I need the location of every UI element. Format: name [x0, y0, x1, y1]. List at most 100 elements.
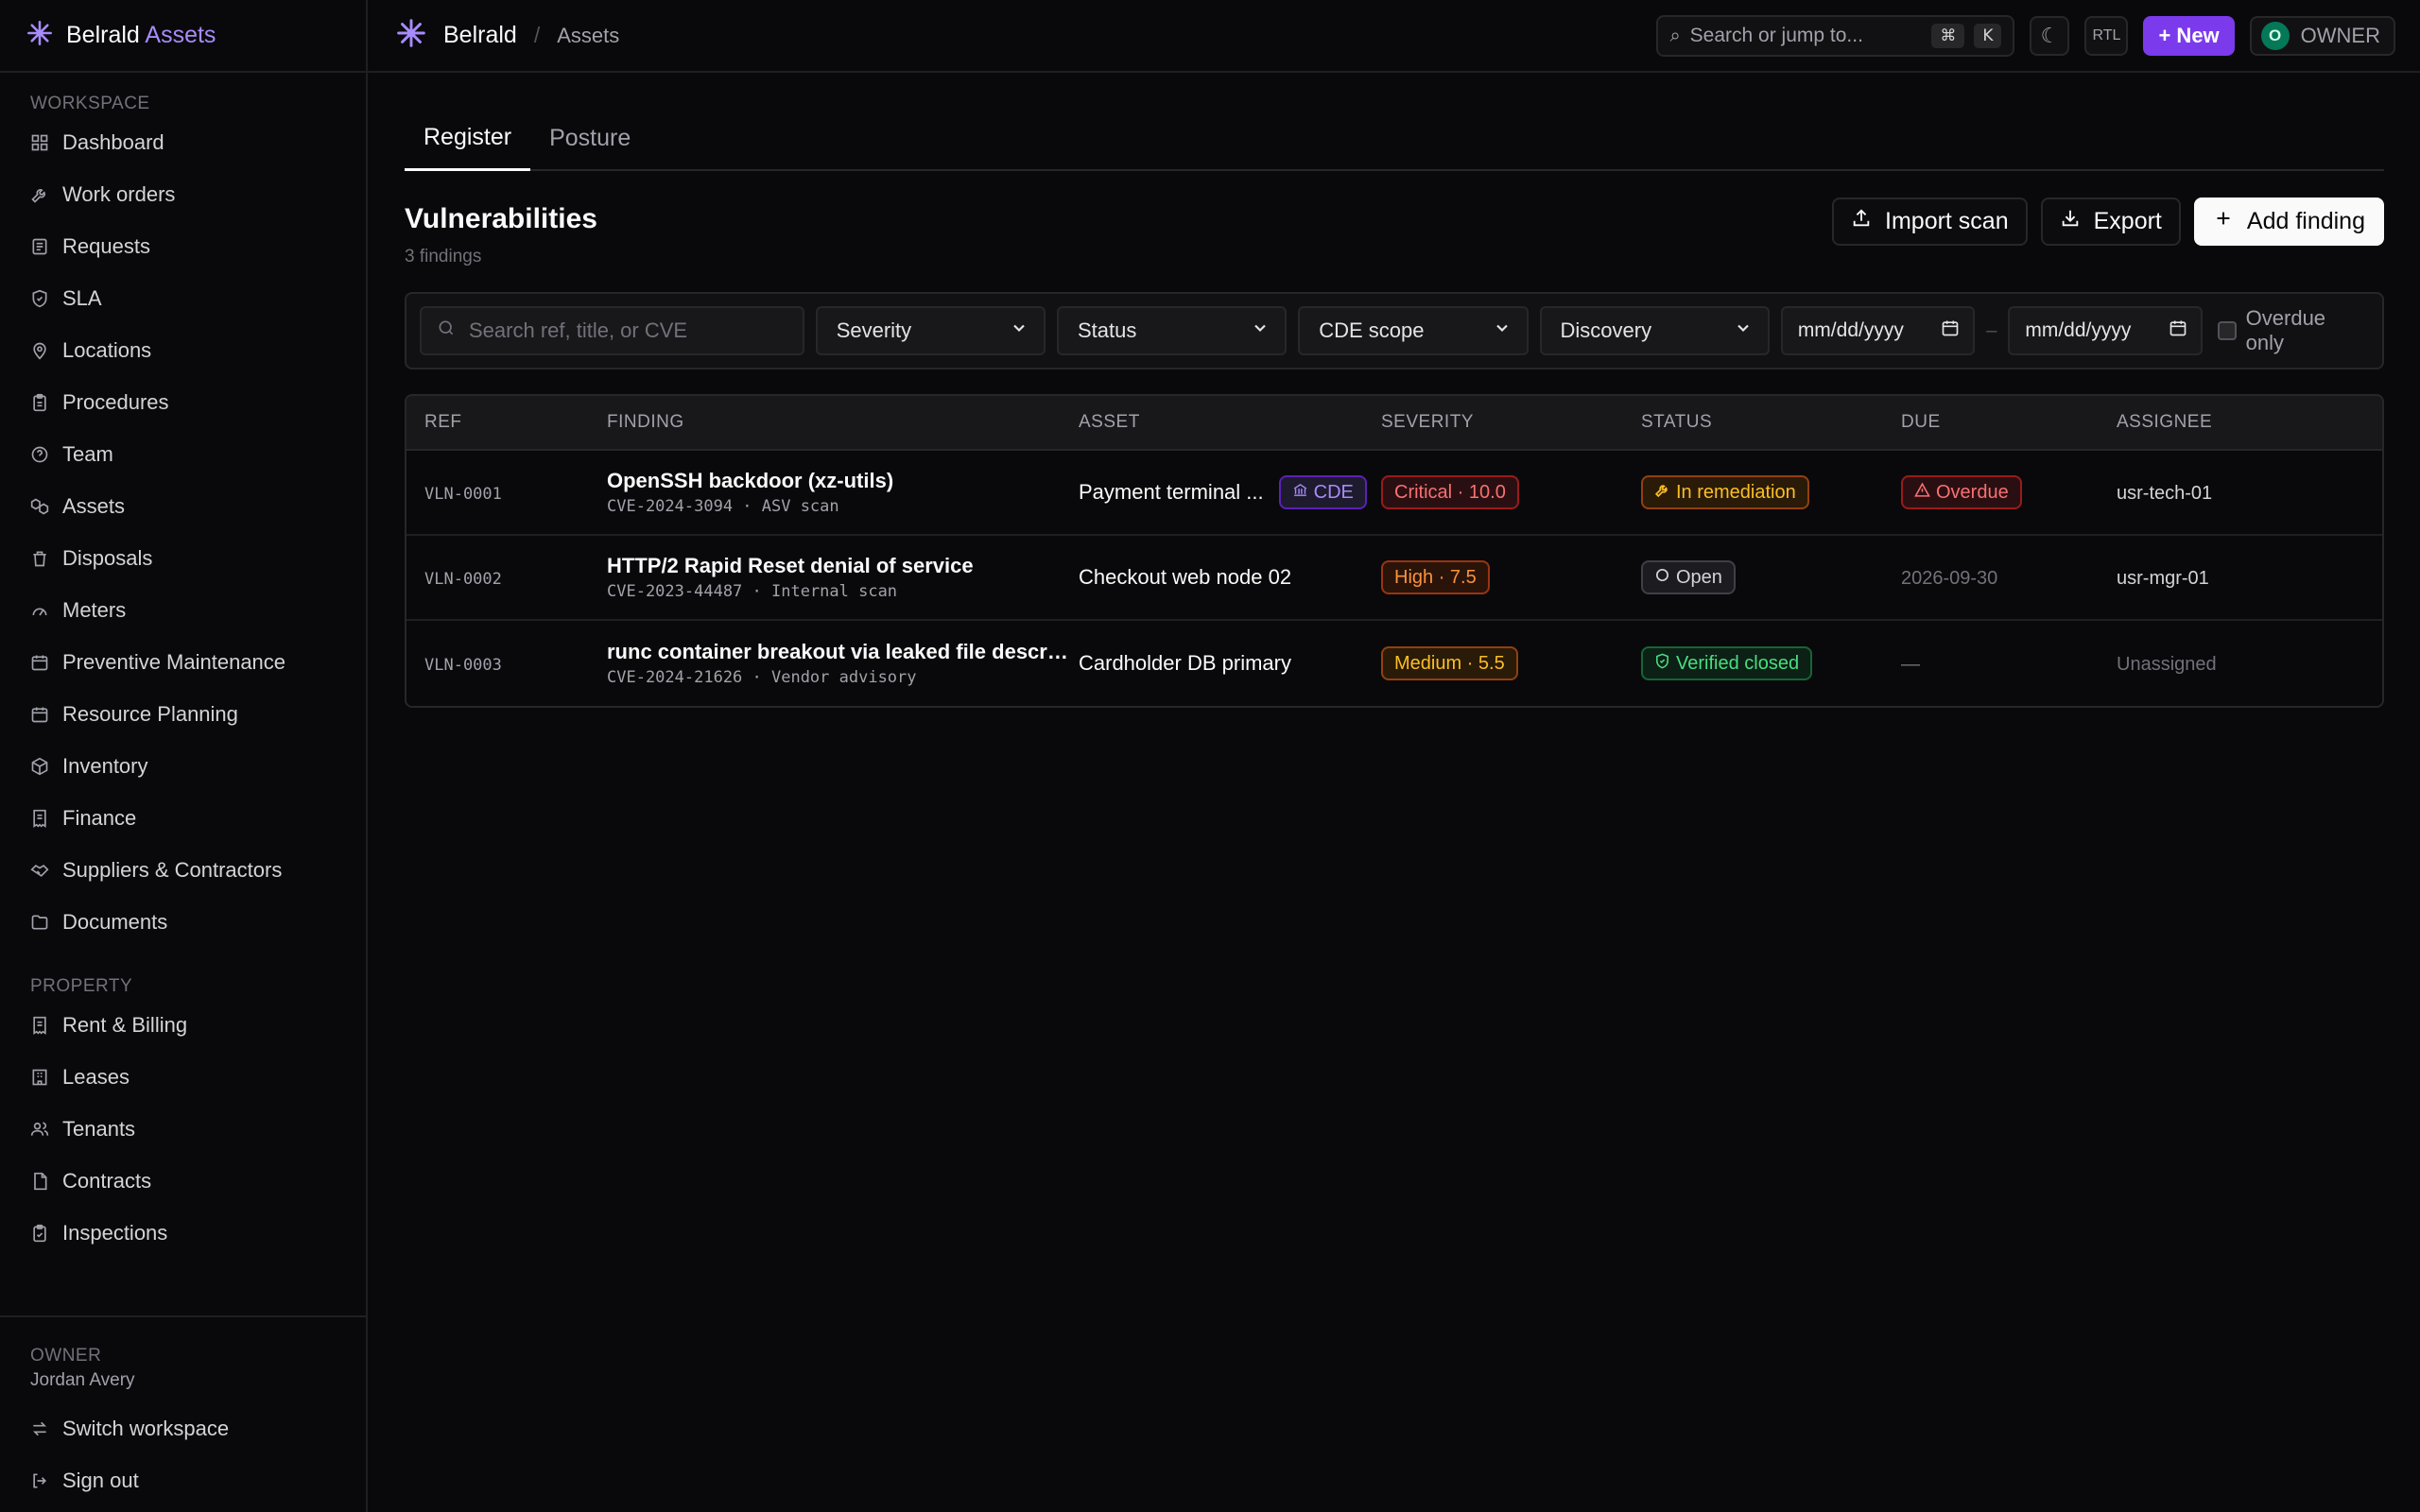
- switch-workspace-button[interactable]: Switch workspace: [0, 1402, 366, 1454]
- finding-ref: VLN-0002: [424, 570, 502, 589]
- new-button[interactable]: + New: [2143, 16, 2235, 56]
- finding-title[interactable]: runc container breakout via leaked file …: [607, 640, 1070, 664]
- account-menu-button[interactable]: O OWNER: [2249, 16, 2395, 56]
- export-button[interactable]: Export: [2040, 198, 2181, 246]
- sidebar-item-locations[interactable]: Locations: [0, 324, 366, 376]
- moon-icon: ☾: [2040, 24, 2060, 47]
- sidebar-item-label: Team: [62, 441, 113, 466]
- date-to-input[interactable]: mm/dd/yyyy: [2008, 306, 2203, 355]
- breadcrumb-current: Assets: [557, 23, 620, 47]
- column-header-severity[interactable]: SEVERITY: [1381, 412, 1641, 433]
- cde-badge: CDE: [1278, 475, 1367, 509]
- filter-bar: Search ref, title, or CVE Severity Statu…: [405, 292, 2384, 369]
- sidebar-item-inspections[interactable]: Inspections: [0, 1207, 366, 1259]
- export-label: Export: [2093, 208, 2162, 234]
- sidebar-item-rent-billing[interactable]: Rent & Billing: [0, 999, 366, 1051]
- column-header-status[interactable]: STATUS: [1641, 412, 1901, 433]
- wrench-icon: [30, 185, 49, 204]
- table-header: REF FINDING ASSET SEVERITY STATUS DUE AS…: [406, 396, 2382, 451]
- tab-posture[interactable]: Posture: [530, 125, 649, 169]
- findings-search-input[interactable]: Search ref, title, or CVE: [420, 306, 804, 355]
- overdue-only-checkbox[interactable]: [2217, 321, 2237, 340]
- overdue-only-label: Overdue only: [2245, 306, 2326, 354]
- date-range-separator: –: [1986, 319, 1997, 341]
- sidebar-item-inventory[interactable]: Inventory: [0, 740, 366, 792]
- sidebar-item-preventive-maintenance[interactable]: Preventive Maintenance: [0, 636, 366, 688]
- switch-workspace-label: Switch workspace: [62, 1416, 230, 1440]
- date-from-input[interactable]: mm/dd/yyyy: [1780, 306, 1976, 355]
- package-icon: [30, 757, 49, 776]
- status-badge-label: Verified closed: [1676, 652, 1800, 674]
- sidebar-item-suppliers[interactable]: Suppliers & Contractors: [0, 844, 366, 896]
- table-row[interactable]: VLN-0002 HTTP/2 Rapid Reset denial of se…: [406, 536, 2382, 621]
- vulnerabilities-table: REF FINDING ASSET SEVERITY STATUS DUE AS…: [405, 394, 2384, 708]
- finding-title[interactable]: OpenSSH backdoor (xz-utils): [607, 469, 1070, 493]
- column-header-ref[interactable]: REF: [406, 412, 607, 433]
- table-row[interactable]: VLN-0003 runc container breakout via lea…: [406, 621, 2382, 706]
- sign-out-button[interactable]: Sign out: [0, 1454, 366, 1506]
- finding-ref: VLN-0003: [424, 656, 502, 675]
- sidebar-item-tenants[interactable]: Tenants: [0, 1103, 366, 1155]
- global-search-input[interactable]: ⌕ Search or jump to... ⌘ K: [1656, 15, 2015, 57]
- sidebar: Belrald Assets WORKSPACE Dashboard Work …: [0, 0, 368, 1512]
- finding-meta: CVE-2023-44487 · Internal scan: [607, 582, 898, 601]
- cde-scope-select[interactable]: CDE scope: [1298, 306, 1529, 355]
- column-header-assignee[interactable]: ASSIGNEE: [2117, 412, 2382, 433]
- finding-meta: CVE-2024-21626 · Vendor advisory: [607, 668, 917, 687]
- overdue-only-toggle[interactable]: Overdue only: [2217, 306, 2369, 355]
- help-circle-icon: [30, 445, 49, 464]
- theme-toggle-button[interactable]: ☾: [2030, 16, 2070, 56]
- sidebar-item-label: Leases: [62, 1064, 130, 1089]
- status-badge: Verified closed: [1641, 646, 1813, 680]
- asset-name[interactable]: Payment terminal ...: [1079, 480, 1264, 505]
- global-search-placeholder: Search or jump to...: [1689, 25, 1863, 46]
- table-row[interactable]: VLN-0001 OpenSSH backdoor (xz-utils) CVE…: [406, 451, 2382, 536]
- tab-register[interactable]: Register: [405, 124, 531, 171]
- sidebar-item-dashboard[interactable]: Dashboard: [0, 116, 366, 168]
- search-icon: ⌕: [1669, 25, 1681, 46]
- import-scan-button[interactable]: Import scan: [1832, 198, 2028, 246]
- column-header-asset[interactable]: ASSET: [1079, 412, 1381, 433]
- sidebar-item-assets[interactable]: Assets: [0, 480, 366, 532]
- sidebar-item-finance[interactable]: Finance: [0, 792, 366, 844]
- add-finding-button[interactable]: Add finding: [2193, 198, 2384, 246]
- breadcrumb-root[interactable]: Belrald: [443, 22, 517, 49]
- column-header-finding[interactable]: FINDING: [607, 412, 1079, 433]
- asset-name[interactable]: Cardholder DB primary: [1079, 651, 1291, 675]
- topbar: Belrald / Assets ⌕ Search or jump to... …: [368, 0, 2420, 73]
- finding-title[interactable]: HTTP/2 Rapid Reset denial of service: [607, 554, 1070, 578]
- workspace-nav: Dashboard Work orders Requests SLA Locat…: [0, 116, 366, 948]
- sidebar-item-label: Locations: [62, 337, 152, 362]
- sidebar-item-label: Finance: [62, 805, 137, 830]
- sidebar-item-disposals[interactable]: Disposals: [0, 532, 366, 584]
- plus-icon: [2213, 208, 2234, 235]
- sidebar-item-documents[interactable]: Documents: [0, 896, 366, 948]
- sidebar-item-meters[interactable]: Meters: [0, 584, 366, 636]
- severity-select[interactable]: Severity: [815, 306, 1046, 355]
- calendar-icon: [30, 653, 49, 672]
- asset-name[interactable]: Checkout web node 02: [1079, 565, 1291, 589]
- brand[interactable]: Belrald Assets: [0, 0, 366, 73]
- sidebar-item-resource-planning[interactable]: Resource Planning: [0, 688, 366, 740]
- sidebar-item-sla[interactable]: SLA: [0, 272, 366, 324]
- sidebar-item-requests[interactable]: Requests: [0, 220, 366, 272]
- rtl-toggle-button[interactable]: RTL: [2084, 16, 2129, 56]
- status-select[interactable]: Status: [1056, 306, 1288, 355]
- column-header-due[interactable]: DUE: [1901, 412, 2117, 433]
- sidebar-item-label: Documents: [62, 909, 168, 934]
- discovery-select-value: Discovery: [1560, 318, 1652, 342]
- sidebar-item-leases[interactable]: Leases: [0, 1051, 366, 1103]
- discovery-select[interactable]: Discovery: [1539, 306, 1770, 355]
- handshake-icon: [30, 861, 49, 880]
- boxes-icon: [30, 497, 49, 516]
- sidebar-item-contracts[interactable]: Contracts: [0, 1155, 366, 1207]
- status-select-value: Status: [1077, 318, 1137, 342]
- cde-badge-label: CDE: [1313, 481, 1354, 503]
- chevron-down-icon: [1251, 318, 1270, 343]
- property-nav: Rent & Billing Leases Tenants Contracts …: [0, 999, 366, 1259]
- sidebar-item-team[interactable]: Team: [0, 428, 366, 480]
- sidebar-item-work-orders[interactable]: Work orders: [0, 168, 366, 220]
- sidebar-item-label: Disposals: [62, 545, 153, 570]
- sidebar-footer: OWNER Jordan Avery Switch workspace Sign…: [0, 1315, 366, 1512]
- sidebar-item-procedures[interactable]: Procedures: [0, 376, 366, 428]
